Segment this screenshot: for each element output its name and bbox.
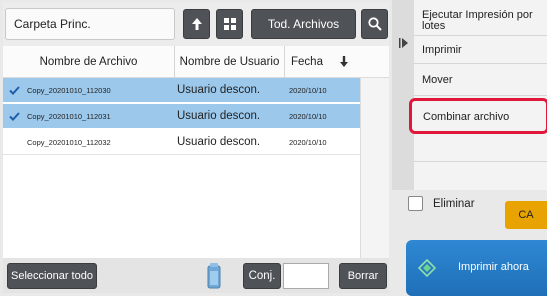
start-diamond-icon bbox=[418, 259, 436, 277]
menu-item-empty bbox=[414, 136, 547, 162]
checkbox[interactable] bbox=[408, 196, 423, 211]
folder-up-button[interactable] bbox=[183, 9, 210, 39]
ca-button[interactable]: CA bbox=[505, 201, 547, 229]
document-filing-screen: Carpeta Princ. Tod. Archivos Nombre de A… bbox=[0, 0, 547, 296]
search-button[interactable] bbox=[361, 9, 388, 39]
menu-item-move[interactable]: Mover bbox=[414, 64, 547, 96]
scrollbar[interactable] bbox=[360, 78, 389, 258]
checkmark-icon bbox=[9, 104, 23, 129]
checkmark-icon bbox=[9, 78, 23, 103]
table-row[interactable]: Copy_20201010_112032 Usuario descon. 202… bbox=[3, 130, 360, 155]
set-input[interactable] bbox=[283, 263, 329, 289]
bottom-bar: Seleccionar todo Conj. Borrar bbox=[3, 258, 389, 293]
menu-item-combine-file[interactable]: Combinar archivo bbox=[409, 98, 547, 134]
arrow-up-icon bbox=[191, 18, 202, 30]
select-all-button[interactable]: Seleccionar todo bbox=[7, 263, 97, 289]
panel-collapse-button[interactable] bbox=[392, 0, 414, 190]
menu-item-print[interactable]: Imprimir bbox=[414, 36, 547, 64]
file-name: Copy_20201010_112032 bbox=[27, 138, 111, 147]
toner-icon bbox=[207, 263, 221, 289]
file-list-panel: Carpeta Princ. Tod. Archivos Nombre de A… bbox=[3, 3, 389, 293]
grid-view-button[interactable] bbox=[216, 9, 243, 39]
file-date: 2020/10/10 bbox=[289, 86, 327, 95]
user-name: Usuario descon. bbox=[177, 84, 261, 96]
print-now-button[interactable]: Imprimir ahora bbox=[406, 240, 547, 296]
file-table: Nombre de Archivo Nombre de Usuario Fech… bbox=[3, 46, 389, 258]
file-filter-button[interactable]: Tod. Archivos bbox=[251, 9, 356, 39]
search-icon bbox=[367, 17, 382, 31]
print-now-label: Imprimir ahora bbox=[458, 261, 529, 273]
column-header-file-name[interactable]: Nombre de Archivo bbox=[3, 46, 175, 78]
sort-down-icon[interactable] bbox=[339, 56, 349, 68]
file-date: 2020/10/10 bbox=[289, 112, 327, 121]
table-row[interactable]: Copy_20201010_112031 Usuario descon. 202… bbox=[3, 104, 360, 129]
delete-button[interactable]: Borrar bbox=[339, 263, 387, 289]
file-date: 2020/10/10 bbox=[289, 138, 327, 147]
table-header: Nombre de Archivo Nombre de Usuario Fech… bbox=[3, 46, 389, 78]
delete-after-label: Eliminar bbox=[433, 197, 475, 210]
file-name: Copy_20201010_112030 bbox=[27, 86, 111, 95]
panel-collapse-icon bbox=[398, 38, 408, 48]
grid-view-icon bbox=[223, 18, 236, 30]
file-name: Copy_20201010_112031 bbox=[27, 112, 111, 121]
set-button[interactable]: Conj. bbox=[243, 263, 281, 289]
table-row[interactable]: Copy_20201010_112030 Usuario descon. 202… bbox=[3, 78, 360, 103]
delete-after-checkbox[interactable]: Eliminar bbox=[408, 196, 475, 211]
menu-item-empty bbox=[414, 162, 547, 190]
user-name: Usuario descon. bbox=[177, 136, 261, 148]
folder-label: Carpeta Princ. bbox=[5, 8, 175, 40]
user-name: Usuario descon. bbox=[177, 110, 261, 122]
column-header-user-name[interactable]: Nombre de Usuario bbox=[175, 46, 285, 78]
action-menu: Ejecutar Impresión por lotes Imprimir Mo… bbox=[409, 0, 547, 190]
menu-item-batch-print[interactable]: Ejecutar Impresión por lotes bbox=[414, 0, 547, 36]
